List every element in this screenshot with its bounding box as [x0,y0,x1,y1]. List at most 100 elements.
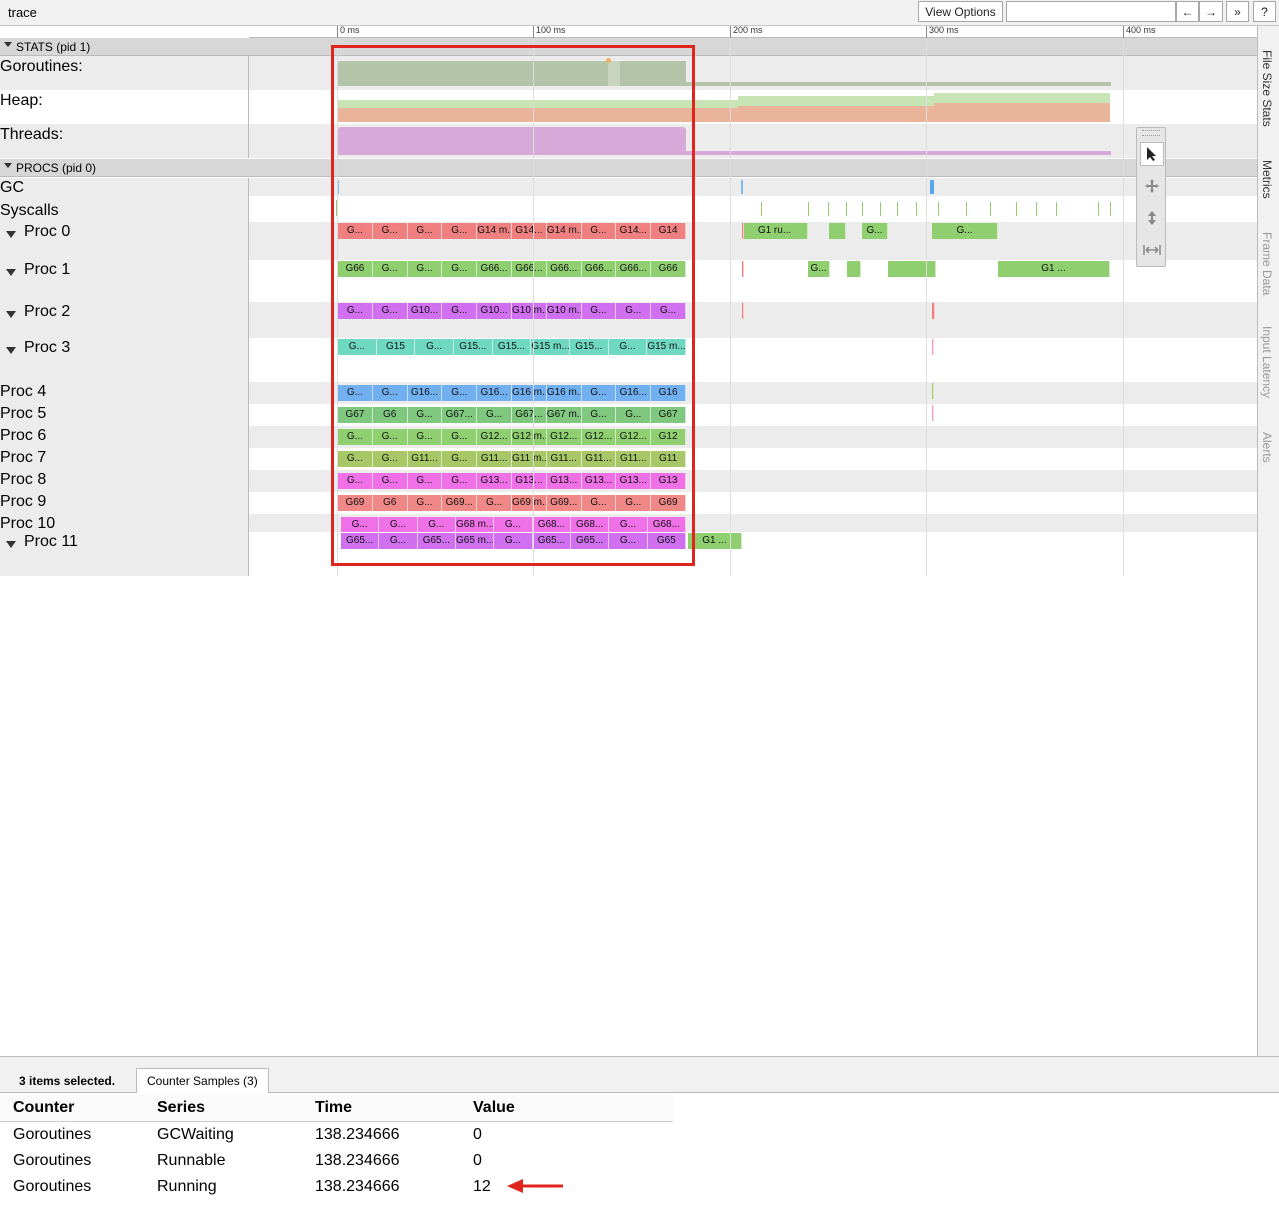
zoom-tool-button[interactable] [1140,206,1164,230]
expand-triangle-icon[interactable] [6,231,16,238]
goroutine-slice[interactable]: G1 ru... [742,223,808,239]
more-button[interactable]: » [1226,1,1249,22]
view-options-button[interactable]: View Options [918,1,1003,22]
syscall-slice[interactable] [966,202,967,216]
proc-label: Proc 7 [0,449,47,466]
timing-range-icon [1143,245,1161,255]
track-label: Goroutines: [0,56,249,90]
collapse-triangle-icon[interactable] [4,42,12,47]
top-toolbar: trace View Options ← → » ? [0,0,1279,26]
cell-time: 138.234666 [315,1126,400,1143]
syscall-slice[interactable] [808,202,809,216]
goroutine-slice[interactable]: G... [808,261,830,277]
table-row[interactable]: Goroutines GCWaiting 138.234666 0 [0,1122,673,1149]
track-label-text: GC [0,179,24,196]
grid-line [1123,38,1124,576]
track-label: Proc 3 [0,338,249,382]
ruler-label: 400 ms [1126,25,1156,35]
stats-header-label: STATS (pid 1) [16,40,91,54]
syscall-slice[interactable] [916,202,917,216]
ruler-major-tick [730,26,731,38]
goroutine-slice[interactable] [888,261,936,277]
syscall-slice[interactable] [1098,202,1099,216]
track-label: Threads: [0,124,249,158]
goroutine-slice[interactable] [932,339,934,355]
expand-triangle-icon[interactable] [6,541,16,548]
proc-label: Proc 0 [24,223,71,240]
analysis-panel: 3 items selected. Counter Samples (3) Co… [0,1056,1279,1205]
track-label: Proc 6 [0,426,249,448]
goroutine-slice[interactable] [829,223,846,239]
syscall-slice[interactable] [862,202,863,216]
goroutine-slice[interactable] [742,261,744,277]
ruler-label: 200 ms [733,25,763,35]
syscall-slice[interactable] [897,202,898,216]
track-label: Heap: [0,90,249,124]
timing-tool-button[interactable] [1140,238,1164,262]
proc-label: Proc 1 [24,261,71,278]
syscall-slice[interactable] [1056,202,1057,216]
goroutine-slice[interactable]: G... [862,223,888,239]
track-label: Proc 1 [0,260,249,302]
heap-counter-area[interactable] [738,106,934,122]
drag-handle-icon[interactable] [1142,130,1160,136]
goroutine-slice[interactable] [742,223,744,239]
syscall-slice[interactable] [846,202,847,216]
column-header-time[interactable]: Time [302,1095,460,1122]
heap-counter-area[interactable] [934,103,1110,122]
cell-time: 138.234666 [315,1178,400,1195]
tab-frame-data[interactable]: Frame Data [1260,232,1274,295]
syscall-slice[interactable] [761,202,762,216]
tab-counter-samples[interactable]: Counter Samples (3) [136,1068,269,1093]
ruler-major-tick [533,26,534,38]
table-row[interactable]: Goroutines Running 138.234666 12 [0,1174,673,1200]
heap-counter-area[interactable] [934,93,1110,103]
column-header-series[interactable]: Series [144,1095,302,1122]
heap-counter-area[interactable] [738,96,934,106]
collapse-triangle-icon[interactable] [4,163,12,168]
syscall-slice[interactable] [938,202,939,216]
track-label: Proc 11 [0,532,249,576]
expand-triangle-icon[interactable] [6,347,16,354]
syscall-slice[interactable] [880,202,881,216]
selection-tool-button[interactable] [1140,142,1164,166]
goroutine-slice[interactable] [932,303,935,319]
column-header-counter[interactable]: Counter [0,1095,144,1122]
syscall-slice[interactable] [1036,202,1037,216]
gc-slice[interactable] [741,180,743,194]
search-prev-button[interactable]: ← [1176,1,1199,22]
cell-series: Runnable [157,1152,226,1169]
tab-alerts[interactable]: Alerts [1260,432,1274,463]
goroutine-slice[interactable]: G... [932,223,998,239]
cell-series: Running [157,1178,217,1195]
tab-file-size-stats[interactable]: File Size Stats [1260,50,1274,127]
column-header-value[interactable]: Value [460,1095,673,1122]
tab-input-latency[interactable]: Input Latency [1260,326,1274,398]
goroutine-slice[interactable] [742,303,744,319]
proc-label: Proc 8 [0,471,47,488]
threads-counter-area[interactable] [686,151,1111,155]
syscall-slice[interactable] [828,202,829,216]
search-next-button[interactable]: → [1199,1,1223,22]
selection-highlight-box [331,45,695,566]
expand-triangle-icon[interactable] [6,269,16,276]
syscall-slice[interactable] [1016,202,1017,216]
help-button[interactable]: ? [1253,1,1276,22]
track-label-text: Heap: [0,92,43,109]
tab-metrics[interactable]: Metrics [1260,160,1274,199]
syscall-slice[interactable] [990,202,991,216]
goroutine-slice[interactable] [932,405,934,421]
gc-slice[interactable] [930,180,934,194]
goroutines-counter-area[interactable] [686,82,1111,86]
goroutine-slice[interactable]: G1 ... [998,261,1110,277]
goroutine-slice[interactable] [932,383,934,399]
pan-tool-button[interactable] [1140,174,1164,198]
syscall-slice[interactable] [1110,202,1111,216]
track-label: Proc 5 [0,404,249,426]
search-input[interactable] [1006,1,1176,22]
expand-triangle-icon[interactable] [6,311,16,318]
goroutine-slice[interactable]: G1 ... [688,533,742,549]
table-row[interactable]: Goroutines Runnable 138.234666 0 [0,1148,673,1174]
goroutine-slice[interactable] [847,261,861,277]
time-ruler[interactable]: 0 ms 100 ms 200 ms 300 ms 400 ms [249,25,1257,38]
